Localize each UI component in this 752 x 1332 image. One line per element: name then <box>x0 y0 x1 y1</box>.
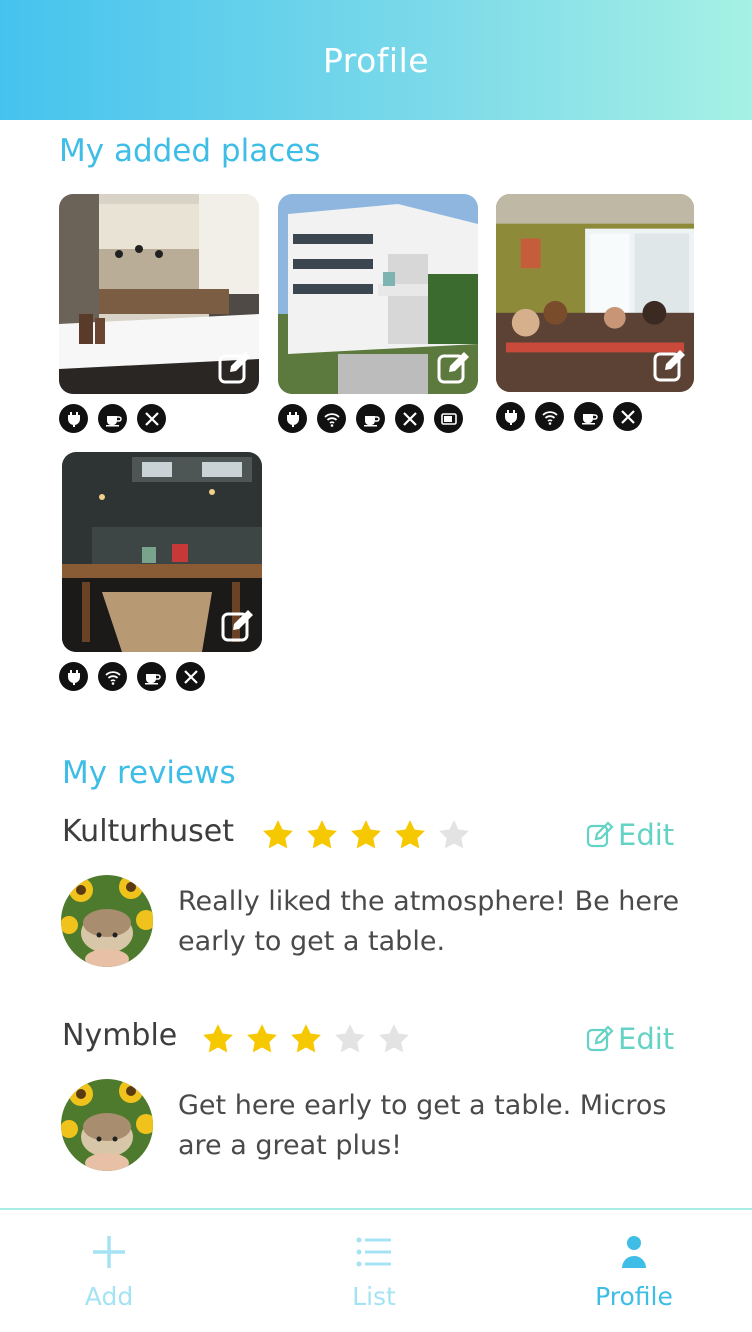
amenity-list <box>59 662 262 691</box>
review-place-name: Kulturhuset <box>62 814 234 849</box>
cutlery-icon <box>395 404 424 433</box>
review-text: Really liked the atmosphere! Be here ear… <box>178 886 680 957</box>
plus-icon <box>93 1236 125 1268</box>
rating-stars <box>201 1022 411 1056</box>
place-photo[interactable] <box>496 194 694 392</box>
places-section-title: My added places <box>59 133 321 169</box>
microwave-icon <box>434 404 463 433</box>
star-empty-icon <box>439 820 469 849</box>
wifi-icon <box>317 404 346 433</box>
coffee-icon <box>356 404 385 433</box>
edit-photo-icon[interactable] <box>652 348 688 384</box>
star-filled-icon <box>263 820 293 849</box>
star-filled-icon <box>203 1024 233 1053</box>
edit-photo-icon[interactable] <box>436 350 472 386</box>
amenity-list <box>278 404 478 433</box>
tab-add-label: Add <box>84 1282 134 1311</box>
place-card[interactable] <box>278 194 478 433</box>
wifi-icon <box>98 662 127 691</box>
edit-review-button[interactable]: Edit <box>586 818 674 852</box>
star-empty-icon <box>379 1024 409 1053</box>
plug-icon <box>496 402 525 431</box>
wifi-icon <box>535 402 564 431</box>
star-filled-icon <box>395 820 425 849</box>
tab-profile-label: Profile <box>595 1282 673 1311</box>
star-filled-icon <box>291 1024 321 1053</box>
star-empty-icon <box>335 1024 365 1053</box>
place-photo[interactable] <box>278 194 478 394</box>
edit-review-button[interactable]: Edit <box>586 1022 674 1056</box>
cutlery-icon <box>176 662 205 691</box>
coffee-icon <box>574 402 603 431</box>
place-card[interactable] <box>59 194 259 433</box>
edit-photo-icon[interactable] <box>217 350 253 386</box>
star-filled-icon <box>307 820 337 849</box>
edit-label: Edit <box>618 818 675 852</box>
place-photo[interactable] <box>59 194 259 394</box>
page-title: Profile <box>322 40 430 80</box>
plug-icon <box>278 404 307 433</box>
star-filled-icon <box>247 1024 277 1053</box>
tab-add[interactable]: Add <box>29 1210 189 1332</box>
tab-profile[interactable]: Profile <box>554 1210 714 1332</box>
tab-bar: Add List Profile <box>0 1208 752 1332</box>
tab-list-label: List <box>352 1282 396 1311</box>
star-filled-icon <box>351 820 381 849</box>
cutlery-icon <box>137 404 166 433</box>
amenity-list <box>496 402 694 431</box>
edit-icon <box>586 1025 614 1052</box>
review-text: Get here early to get a table. Micros ar… <box>178 1090 667 1161</box>
edit-label: Edit <box>618 1022 675 1056</box>
rating-stars <box>261 818 471 852</box>
avatar <box>61 1079 153 1171</box>
person-icon <box>622 1236 646 1268</box>
place-card[interactable] <box>59 452 262 691</box>
amenity-list <box>59 404 259 433</box>
header-bar: Profile <box>0 0 752 120</box>
list-icon <box>356 1237 391 1267</box>
place-card[interactable] <box>496 194 694 431</box>
plug-icon <box>59 404 88 433</box>
avatar <box>61 875 153 967</box>
plug-icon <box>59 662 88 691</box>
cutlery-icon <box>613 402 642 431</box>
coffee-icon <box>98 404 127 433</box>
edit-photo-icon[interactable] <box>220 608 256 644</box>
coffee-icon <box>137 662 166 691</box>
review-place-name: Nymble <box>62 1018 178 1053</box>
place-photo[interactable] <box>62 452 262 652</box>
tab-list[interactable]: List <box>294 1210 454 1332</box>
edit-icon <box>586 821 614 848</box>
reviews-section-title: My reviews <box>62 755 236 791</box>
